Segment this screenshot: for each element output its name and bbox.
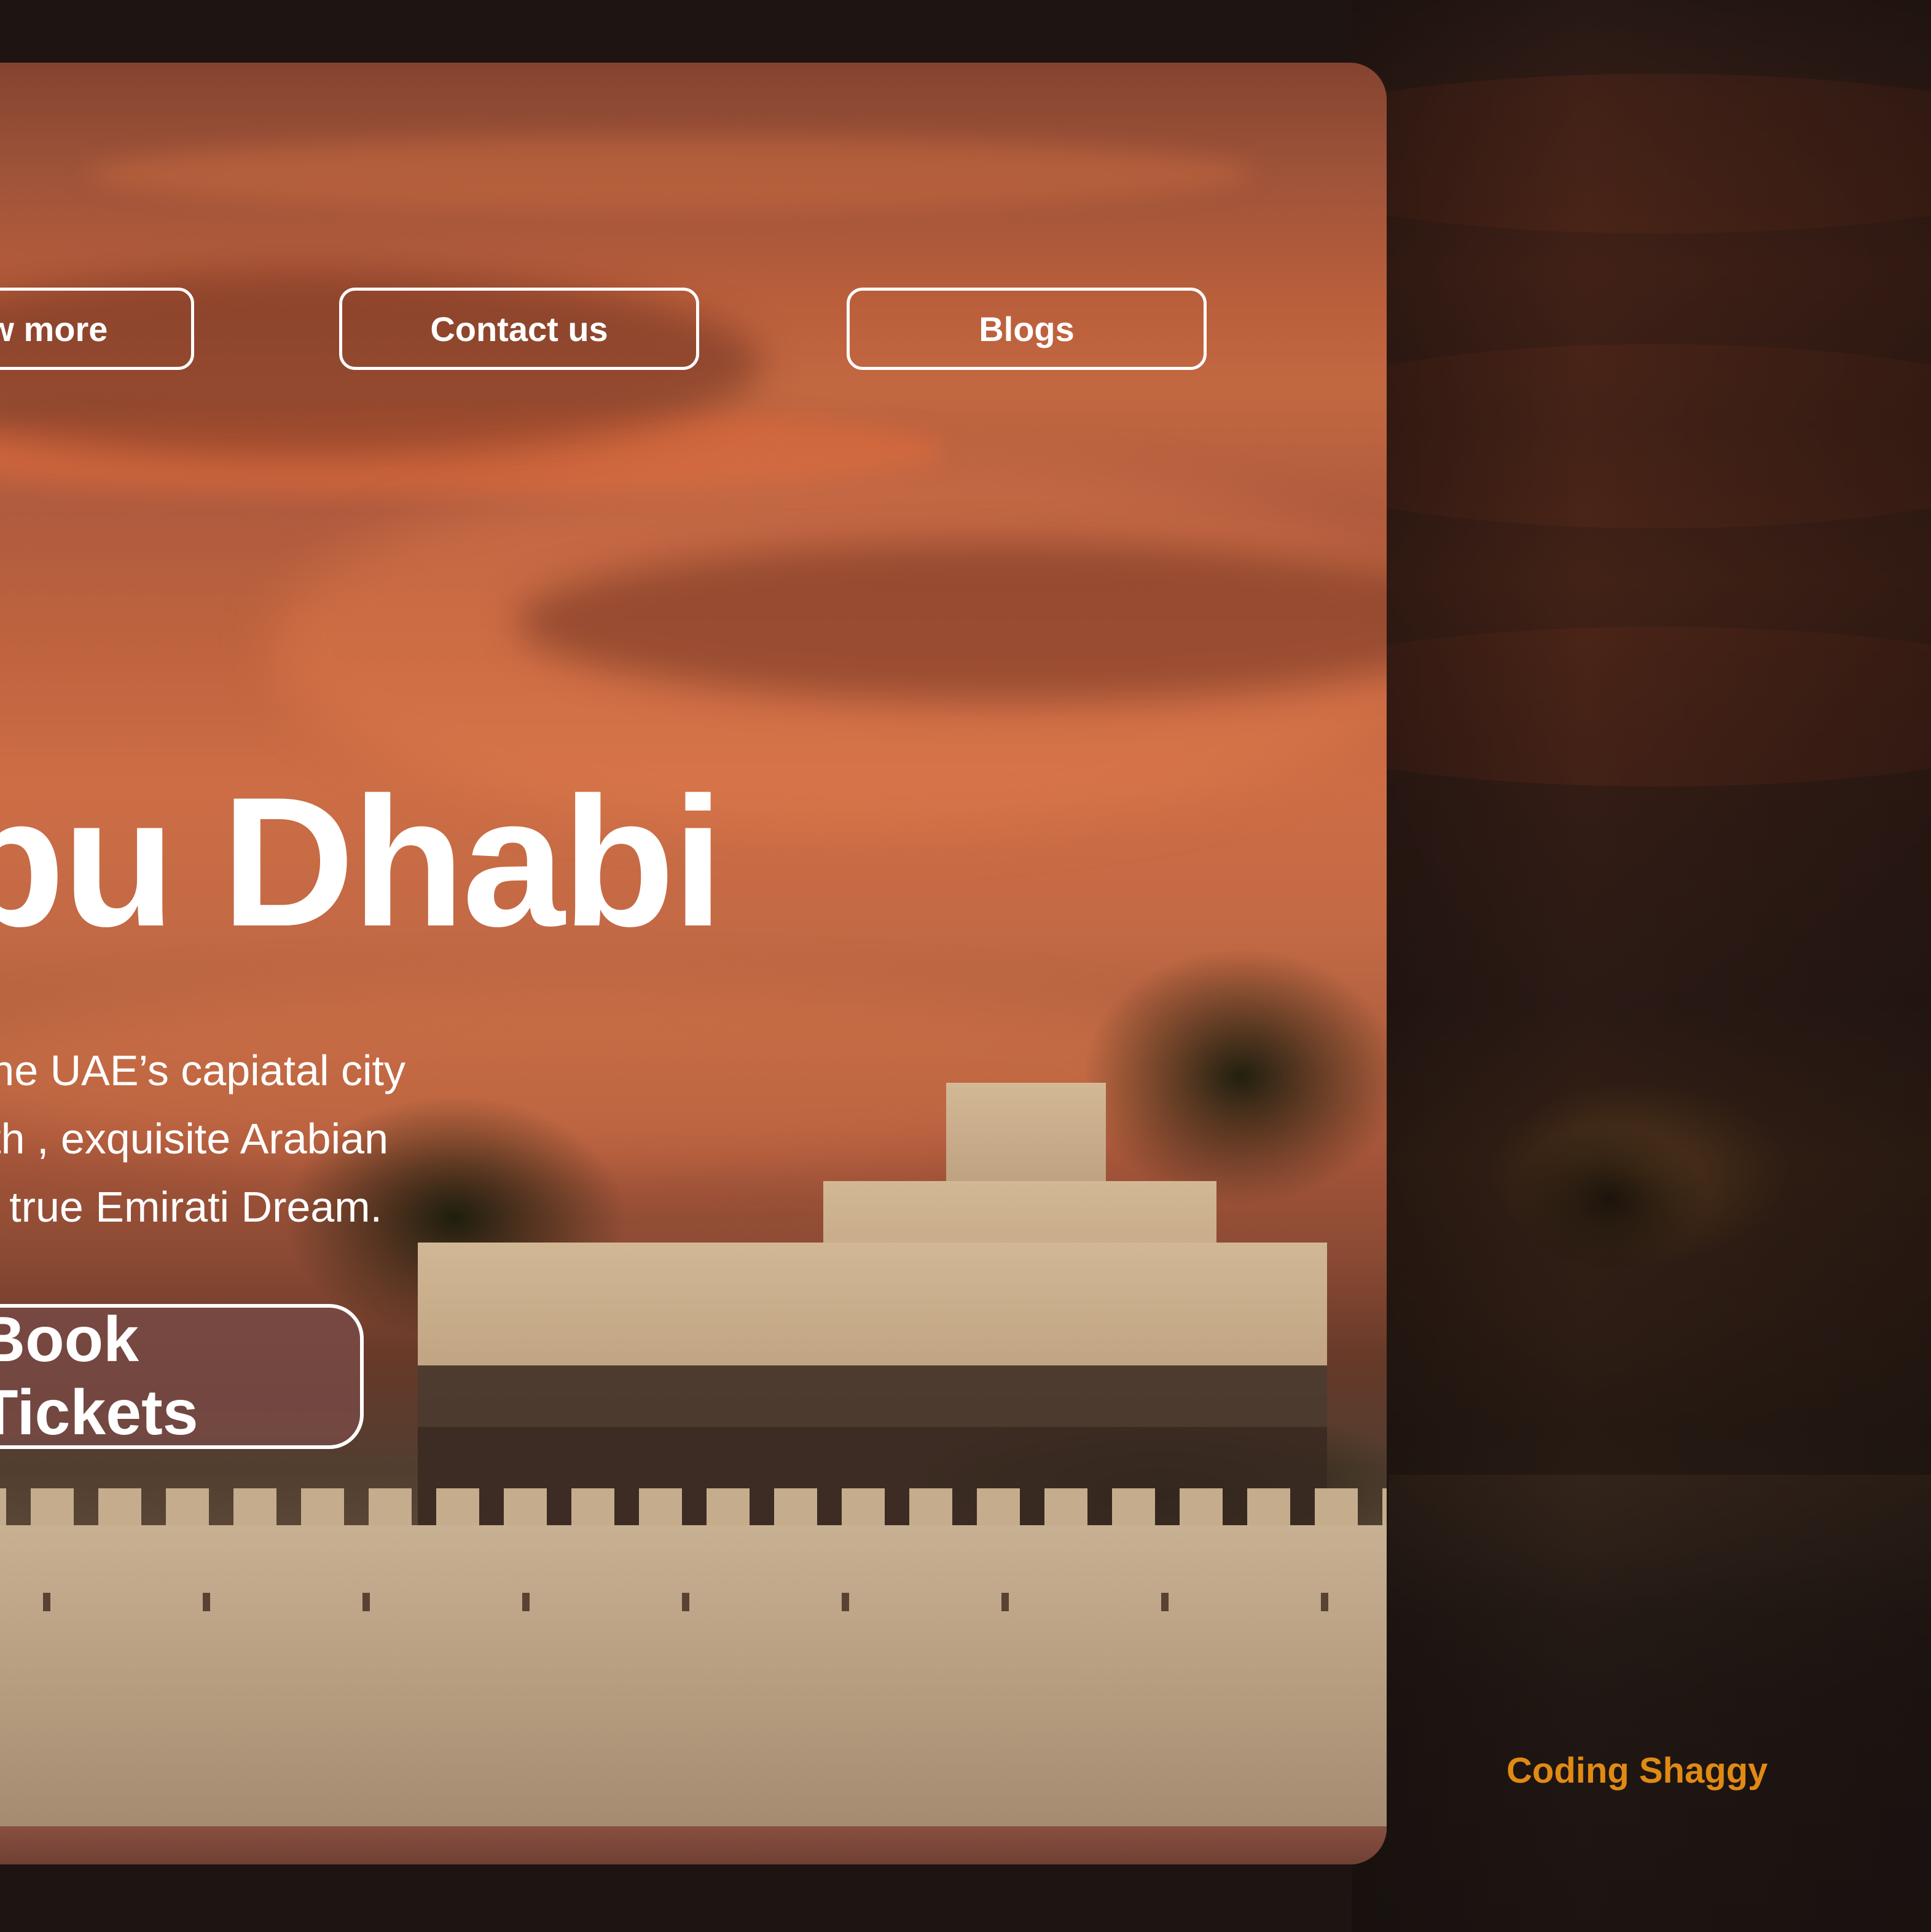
hero-card: Know more Contact us Blogs Abu Dhabi Exp… bbox=[0, 63, 1387, 1864]
description-line: Explore the UAE’s capiatal city bbox=[0, 1046, 405, 1094]
page: Know more Contact us Blogs Abu Dhabi Exp… bbox=[0, 0, 1931, 1932]
page-title: Abu Dhabi bbox=[0, 758, 724, 965]
hero-description: Explore the UAE’s capiatal city with , e… bbox=[0, 1037, 405, 1241]
author-credit: Coding Shaggy bbox=[1506, 1751, 1768, 1791]
book-tickets-button[interactable]: Book Tickets bbox=[0, 1304, 364, 1449]
description-line: with , exquisite Arabian bbox=[0, 1115, 388, 1163]
blogs-button[interactable]: Blogs bbox=[847, 288, 1207, 370]
description-line: a true Emirati Dream. bbox=[0, 1183, 382, 1231]
contact-us-button[interactable]: Contact us bbox=[339, 288, 699, 370]
know-more-button[interactable]: Know more bbox=[0, 288, 194, 370]
background-shade bbox=[1352, 0, 1931, 1932]
blurred-background-image bbox=[1229, 0, 1931, 1932]
